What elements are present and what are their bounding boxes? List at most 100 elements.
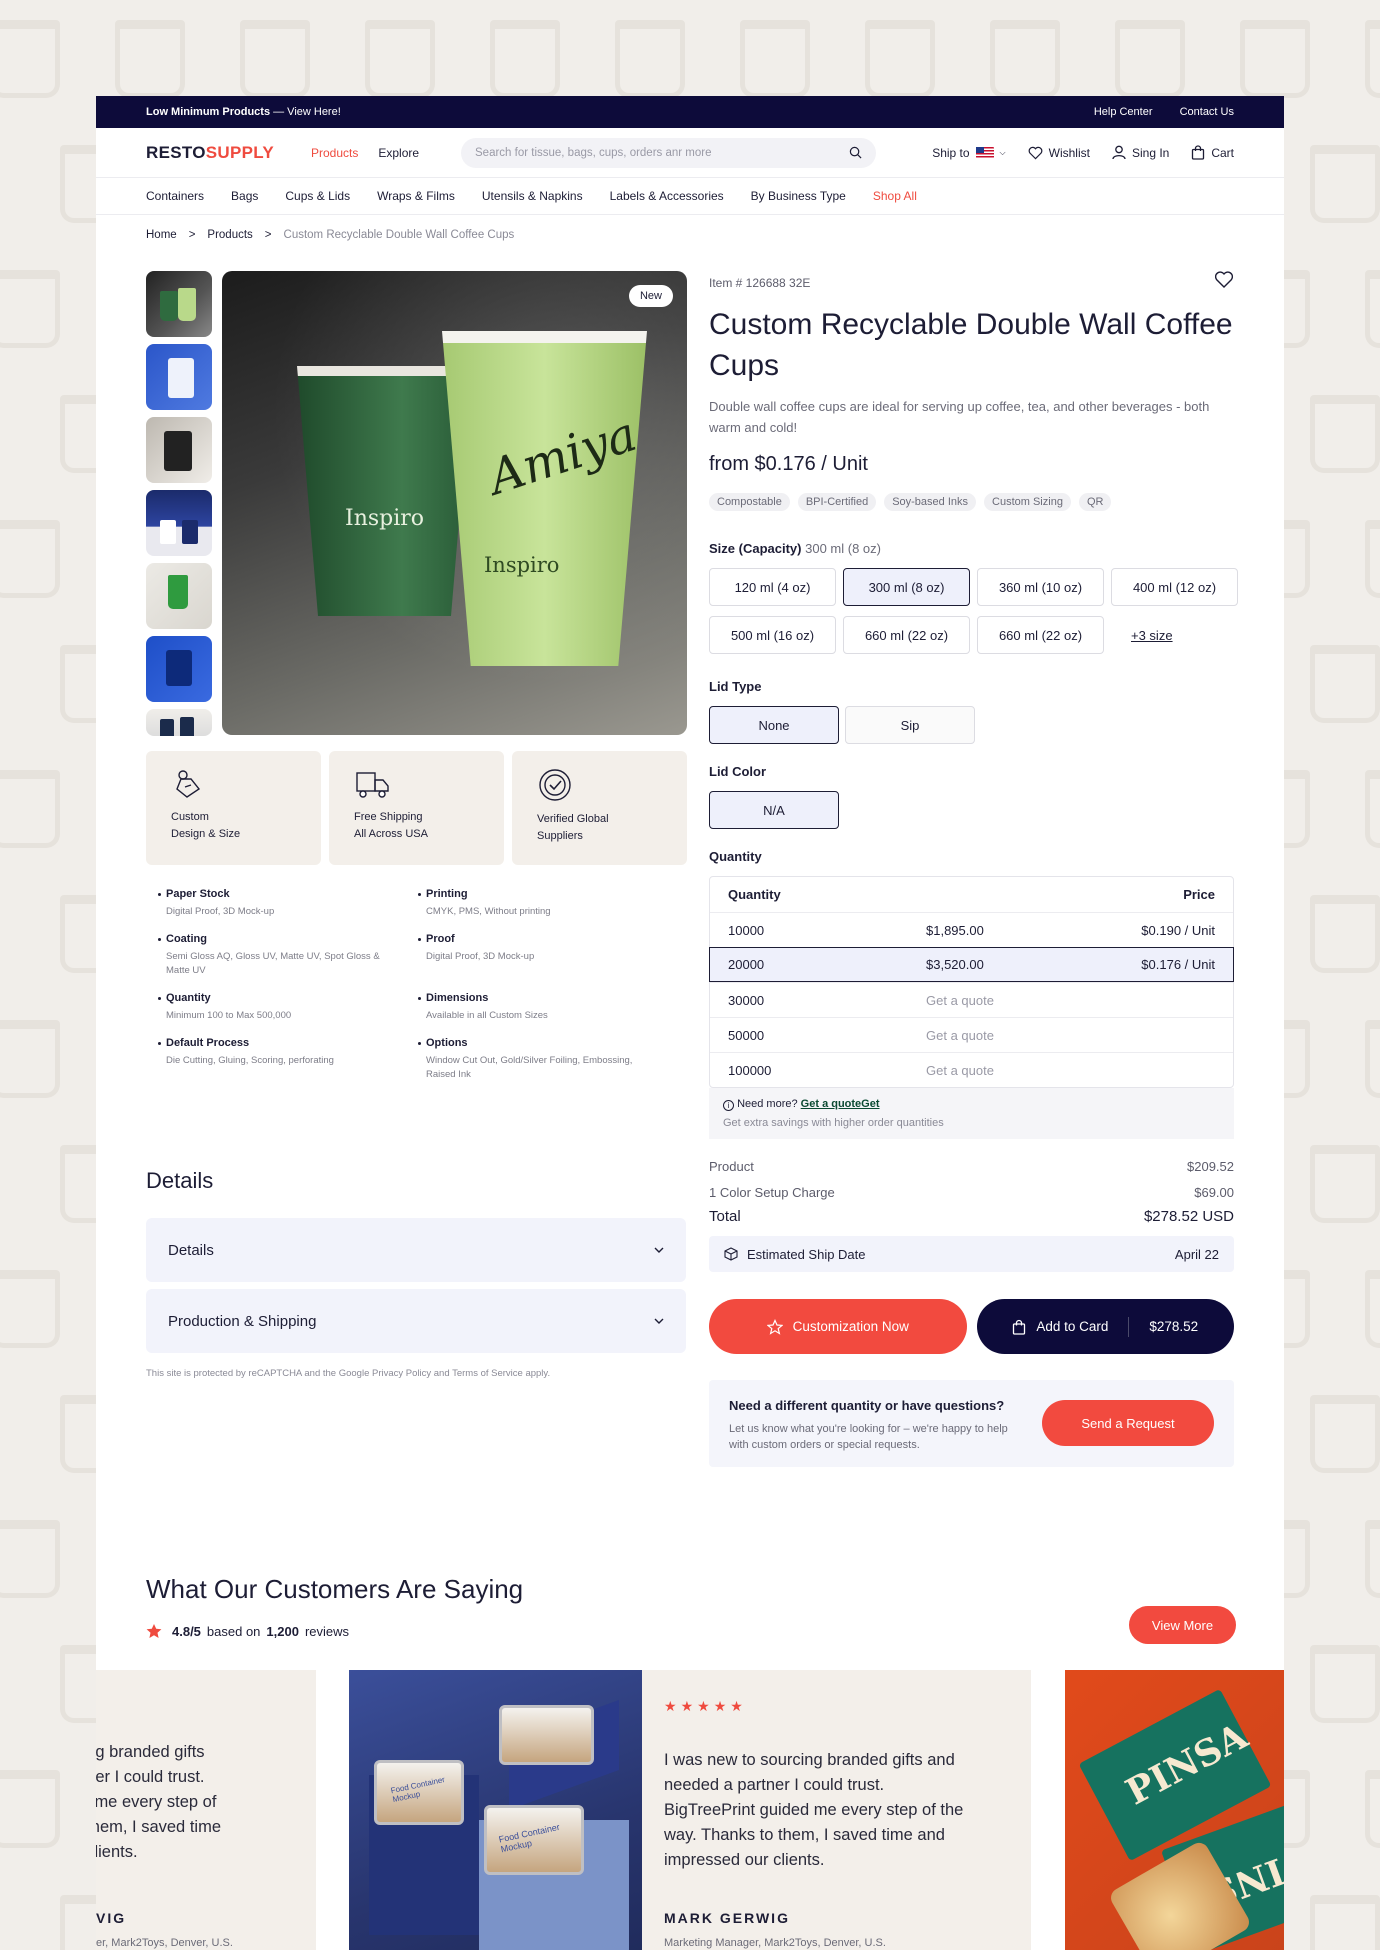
thumbnail-3[interactable] [146,417,212,483]
pattern-cup-icon [1310,1395,1380,1473]
details-heading: Details [146,1168,214,1193]
review-card: Food Container Mockup Food Container Moc… [349,1670,1031,1950]
size-option[interactable]: 360 ml (10 oz) [977,568,1104,606]
pattern-cup-icon [0,270,60,348]
add-to-cart-button[interactable]: Add to Card $278.52 [976,1299,1234,1354]
heart-icon[interactable] [1214,271,1234,289]
size-option[interactable]: 500 ml (16 oz) [709,616,836,654]
category-by-business-type[interactable]: By Business Type [751,189,846,203]
lid-type-none[interactable]: None [709,706,839,744]
recaptcha-notice: This site is protected by reCAPTCHA and … [146,1368,551,1379]
cart-link[interactable]: Cart [1191,145,1234,160]
tag: BPI-Certified [797,493,877,511]
page: Low Minimum Products — View Here! Help C… [96,96,1284,1950]
thumbnail-2[interactable] [146,344,212,410]
wishlist-link[interactable]: Wishlist [1028,146,1090,160]
quantity-row[interactable]: 10000 $1,895.00 $0.190 / Unit [710,912,1233,947]
category-shop-all[interactable]: Shop All [873,189,917,203]
size-option[interactable]: 660 ml (22 oz) [977,616,1104,654]
pattern-cup-icon [1365,20,1380,98]
spec-paper-stock: Paper Stock Digital Proof, 3D Mock-up [158,888,426,919]
view-more-button[interactable]: View More [1129,1606,1236,1644]
lid-color-na[interactable]: N/A [709,791,839,829]
pattern-cup-icon [365,20,435,98]
category-wraps-films[interactable]: Wraps & Films [377,189,455,203]
ship-to-selector[interactable]: Ship to ⌵ [932,146,1005,160]
help-center-link[interactable]: Help Center [1094,106,1153,118]
search-input[interactable]: Search for tissue, bags, cups, orders an… [461,137,876,168]
thumbnail-6[interactable] [146,636,212,702]
design-pen-icon [176,770,201,798]
food-container: Food Container Mockup [484,1805,584,1875]
pattern-cup-icon [1365,520,1380,598]
quantity-row[interactable]: 100000 Get a quote [710,1052,1233,1087]
size-option-selected[interactable]: 300 ml (8 oz) [843,568,970,606]
quantity-row[interactable]: 50000 Get a quote [710,1017,1233,1052]
breadcrumb-products[interactable]: Products [207,229,252,241]
heart-icon [1028,146,1043,159]
size-option[interactable]: 660 ml (22 oz) [843,616,970,654]
reviews-heading: What Our Customers Are Saying [146,1574,524,1604]
category-cups-lids[interactable]: Cups & Lids [285,189,350,203]
main-product-image[interactable]: New Inspiro Amiya Inspiro [222,271,687,735]
lid-color-label: Lid Color [709,764,767,779]
quantity-note: i Need more? Get a quoteGet Get extra sa… [709,1088,1234,1139]
star-icon: ★ [664,1698,681,1714]
category-labels-accessories[interactable]: Labels & Accessories [610,189,724,203]
more-sizes-link[interactable]: +3 size [1111,616,1238,654]
spec-printing: Printing CMYK, PMS, Without printing [418,888,646,919]
thumbnail-1[interactable] [146,271,212,337]
pattern-cup-icon [0,770,60,848]
star-icon: ★ [697,1698,714,1714]
breadcrumb: Home > Products > Custom Recyclable Doub… [96,215,1284,255]
bag-icon [1192,145,1205,160]
category-bags[interactable]: Bags [231,189,258,203]
review-card-partial-right: PINSA PINSA [1065,1670,1284,1950]
search-icon[interactable] [849,146,862,159]
star-icon: ★ [730,1698,747,1714]
item-number: Item # 126688 32E [709,276,811,290]
tag: Custom Sizing [984,493,1071,511]
thumbnail-5[interactable] [146,563,212,629]
estimated-ship-date: Estimated Ship Date April 22 [709,1236,1234,1272]
size-option[interactable]: 120 ml (4 oz) [709,568,836,606]
size-option[interactable]: 400 ml (12 oz) [1111,568,1238,606]
request-box: Need a different quantity or have questi… [709,1380,1234,1467]
feature-verified-suppliers: Verified Global Suppliers [512,751,687,865]
sign-in-link[interactable]: Sing In [1112,145,1169,160]
chevron-down-icon [654,1318,664,1324]
pattern-cup-icon [1310,1645,1380,1723]
contact-us-link[interactable]: Contact Us [1180,106,1234,118]
promo-link[interactable]: Low Minimum Products — View Here! [146,106,341,118]
logo[interactable]: RESTOSUPPLY [146,143,311,163]
reviewer-name: MARK GERWIG [664,1910,790,1926]
breadcrumb-current: Custom Recyclable Double Wall Coffee Cup… [283,229,515,241]
quantity-row[interactable]: 30000 Get a quote [710,982,1233,1017]
food-container: Food Container Mockup [374,1760,464,1825]
lid-type-sip[interactable]: Sip [845,706,975,744]
pattern-cup-icon [1310,645,1380,723]
pattern-cup-icon [240,20,310,98]
get-a-quote-link[interactable]: Get a quoteGet [801,1098,880,1110]
send-request-button[interactable]: Send a Request [1042,1400,1214,1446]
category-utensils-napkins[interactable]: Utensils & Napkins [482,189,583,203]
breadcrumb-home[interactable]: Home [146,229,177,241]
nav-explore[interactable]: Explore [378,146,419,160]
category-containers[interactable]: Containers [146,189,204,203]
product-description: Double wall coffee cups are ideal for se… [709,399,1210,435]
thumbnail-4[interactable] [146,490,212,556]
size-label: Size (Capacity) 300 ml (8 oz) [709,541,881,556]
accordion-details[interactable]: Details [146,1218,686,1282]
breadcrumb-separator: > [188,229,196,241]
customization-now-button[interactable]: Customization Now [709,1299,967,1354]
pattern-cup-icon [0,1020,60,1098]
quantity-row-selected[interactable]: 20000 $3,520.00 $0.176 / Unit [709,947,1234,982]
pattern-cup-icon [1365,1020,1380,1098]
accordion-production-shipping[interactable]: Production & Shipping [146,1289,686,1353]
food-container [499,1705,594,1765]
thumbnail-7[interactable] [146,709,212,736]
pattern-cup-icon [115,20,185,98]
nav-products[interactable]: Products [311,146,358,160]
pattern-cup-icon [1310,395,1380,473]
thumbnail-gallery [146,271,212,743]
